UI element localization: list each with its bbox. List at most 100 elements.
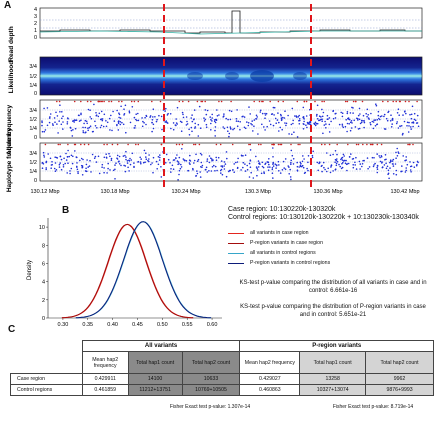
variant-point <box>360 119 363 122</box>
variant-point <box>213 120 216 123</box>
homozygous-point <box>320 143 323 146</box>
variant-point <box>69 170 71 172</box>
variant-point <box>352 166 355 169</box>
homozygous-point <box>305 100 308 103</box>
variant-point <box>316 161 319 164</box>
homozygous-point <box>290 143 292 146</box>
variant-point <box>59 155 62 158</box>
variant-point <box>406 121 409 124</box>
variant-point <box>218 114 220 116</box>
variant-point <box>295 115 298 117</box>
variant-point <box>210 170 213 172</box>
variant-point <box>267 169 270 171</box>
variant-point <box>170 171 172 173</box>
case-p-mean: 0.429027 <box>239 373 301 385</box>
variant-point <box>105 156 108 159</box>
control-regions-text: Control regions: 10:130120k-130220k + 10… <box>228 213 419 221</box>
variant-point <box>299 119 301 122</box>
variant-point <box>235 161 237 164</box>
variant-point <box>243 116 246 118</box>
density-ytick-label: 2 <box>42 298 45 304</box>
panel-c-label: C <box>8 324 16 335</box>
density-xtick-label: 0.60 <box>207 322 218 328</box>
variant-point <box>359 163 362 165</box>
variant-point <box>199 152 202 155</box>
variant-point <box>387 169 390 172</box>
variant-point <box>326 170 328 173</box>
variant-point <box>123 108 125 110</box>
homozygous-point <box>261 100 263 103</box>
rd-tick-3: 3 <box>34 14 37 20</box>
variant-point <box>241 155 243 157</box>
variant-point <box>336 153 338 156</box>
variant-point <box>66 123 69 125</box>
variant-point <box>46 107 49 109</box>
variant-point <box>336 160 339 163</box>
variant-point <box>383 113 386 116</box>
homozygous-point <box>328 143 331 146</box>
variant-point <box>176 154 178 156</box>
homozygous-point <box>230 100 232 103</box>
variant-point <box>172 122 175 124</box>
variant-point <box>405 112 407 115</box>
variant-point <box>185 160 188 162</box>
variant-point <box>267 166 269 168</box>
variant-point <box>334 150 337 152</box>
variant-point <box>314 121 317 124</box>
variant-point <box>366 157 369 159</box>
variant-point <box>367 167 369 170</box>
variant-point <box>200 154 203 156</box>
variant-point <box>253 119 256 121</box>
legend-label-all-control: all variants in control regions <box>250 250 316 256</box>
variant-point <box>296 165 299 168</box>
variant-point <box>198 105 201 108</box>
variant-point <box>268 120 271 122</box>
variant-point <box>76 168 79 171</box>
variant-point <box>387 173 389 176</box>
variant-point <box>412 161 415 164</box>
variant-point <box>306 167 308 170</box>
fisher-p-text: Fisher Exact test p-value: 8.719e-14 <box>332 404 414 410</box>
homozygous-point <box>398 100 401 103</box>
variant-point <box>214 170 216 172</box>
variant-point <box>129 121 132 124</box>
variant-point <box>372 121 375 123</box>
homozygous-point <box>182 100 184 103</box>
density-curve-1 <box>61 223 194 319</box>
variant-point <box>165 107 167 110</box>
variant-point <box>102 125 105 128</box>
variant-point <box>376 164 379 167</box>
variant-point <box>223 165 225 167</box>
homozygous-point <box>303 100 306 103</box>
homozygous-point <box>382 100 384 103</box>
variant-point <box>99 118 102 121</box>
variant-point <box>259 109 262 112</box>
variant-point <box>292 158 295 160</box>
variant-point <box>226 157 228 160</box>
variant-point <box>84 119 87 122</box>
variant-point <box>328 117 331 119</box>
variant-point <box>160 166 162 168</box>
variant-point <box>397 127 400 129</box>
variant-point <box>305 115 308 117</box>
variant-point <box>175 122 178 124</box>
control-all-mean: 0.461859 <box>81 384 129 396</box>
variant-point <box>205 126 208 128</box>
variant-point <box>338 123 341 126</box>
control-all-hap2: 10769+10505 <box>181 384 241 396</box>
variant-point <box>66 156 69 158</box>
variant-point <box>123 113 126 115</box>
homozygous-point <box>408 100 410 103</box>
x-tick-130-12: 130.12 Mbp <box>30 189 59 195</box>
variant-point <box>80 113 82 116</box>
variant-point <box>109 169 111 171</box>
variant-point <box>96 127 98 129</box>
variant-point <box>133 166 135 168</box>
variant-point <box>322 132 324 135</box>
variant-point <box>140 158 142 160</box>
variant-point <box>405 169 408 172</box>
variant-point <box>203 117 205 119</box>
variant-point <box>255 118 257 120</box>
variant-point <box>389 120 392 122</box>
variant-point <box>376 168 379 170</box>
